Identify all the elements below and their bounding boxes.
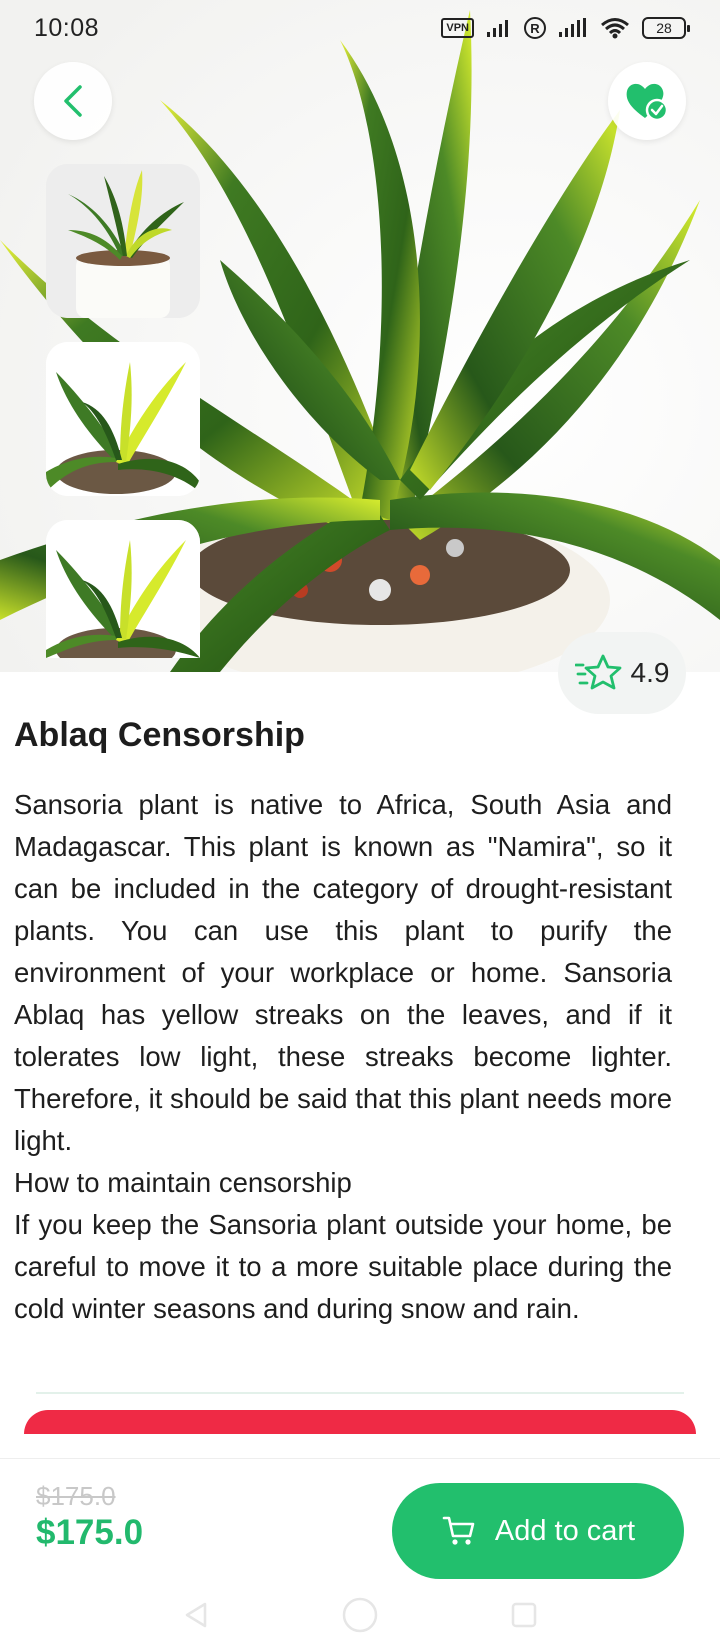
- plant-top-view-image: [46, 342, 200, 496]
- wifi-icon: [601, 18, 629, 39]
- plant-in-pot-image: [46, 164, 200, 318]
- add-to-cart-label: Add to cart: [494, 1514, 636, 1547]
- cart-icon: [442, 1516, 475, 1545]
- purchase-bar: $175.0 $175.0 Add to cart: [0, 1458, 720, 1650]
- rating-value: 4.9: [630, 657, 670, 688]
- thumbnail-1[interactable]: [46, 164, 200, 318]
- star-outline-icon: [574, 654, 621, 690]
- status-icons: VPN R 28: [441, 17, 690, 39]
- thumbnail-2[interactable]: [46, 342, 200, 496]
- thumbnail-3[interactable]: [46, 520, 200, 658]
- nav-recents-icon[interactable]: [509, 1600, 539, 1630]
- nav-home-icon[interactable]: [341, 1596, 379, 1634]
- status-time: 10:08: [34, 13, 100, 42]
- description-heading: How to maintain censorship: [14, 1167, 352, 1198]
- chevron-left-icon: [64, 85, 82, 117]
- vpn-icon: VPN: [441, 18, 474, 38]
- roaming-icon: R: [524, 17, 546, 39]
- product-description: Sansoria plant is native to Africa, Sout…: [14, 784, 672, 1330]
- description-paragraph-1: Sansoria plant is native to Africa, Sout…: [14, 789, 672, 1156]
- heart-check-icon: [626, 83, 669, 122]
- rating-chip: 4.9: [558, 632, 686, 714]
- old-price: $175.0: [36, 1481, 116, 1511]
- divider: [36, 1392, 684, 1394]
- price: $175.0: [36, 1513, 144, 1552]
- status-bar: 10:08 VPN R 28: [0, 0, 720, 56]
- signal-icon: [487, 20, 508, 37]
- product-hero-image: 10:08 VPN R 28: [0, 0, 720, 672]
- alert-banner: [24, 1410, 696, 1434]
- battery-icon: 28: [642, 17, 690, 39]
- favorite-button[interactable]: [608, 62, 686, 140]
- add-to-cart-button[interactable]: Add to cart: [392, 1483, 684, 1579]
- system-nav-bar: [0, 1579, 720, 1650]
- plant-close-up-image: [46, 520, 200, 658]
- signal-icon-2: [559, 18, 586, 37]
- description-paragraph-2: If you keep the Sansoria plant outside y…: [14, 1209, 672, 1324]
- product-title: Ablaq Censorship: [14, 716, 305, 754]
- nav-back-icon[interactable]: [181, 1600, 211, 1630]
- back-button[interactable]: [34, 62, 112, 140]
